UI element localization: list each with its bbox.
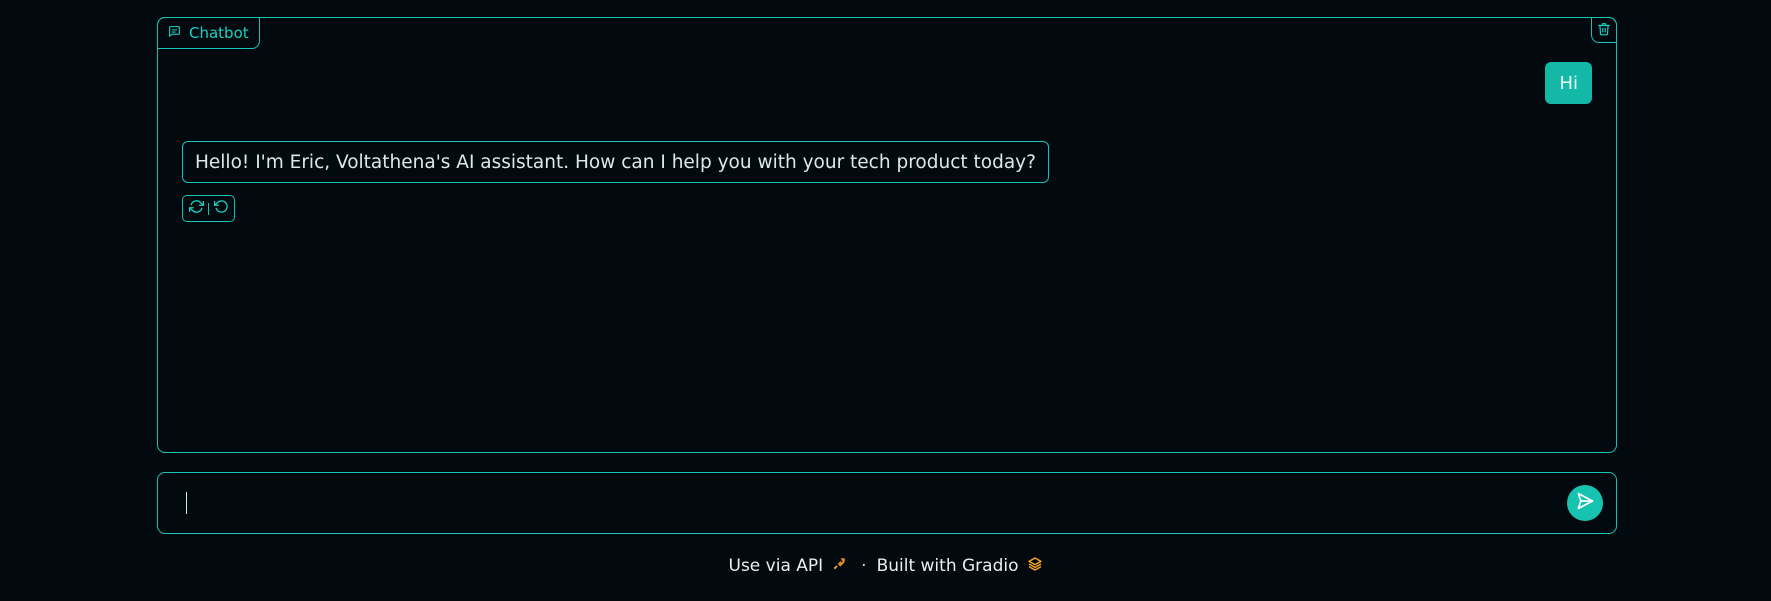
trash-icon <box>1597 21 1611 40</box>
undo-icon <box>213 199 229 218</box>
message-input-panel <box>157 472 1617 534</box>
retry-button[interactable] <box>187 200 205 218</box>
rocket-icon <box>831 556 847 577</box>
built-with-gradio-label: Built with Gradio <box>876 556 1019 576</box>
user-message: Hi <box>1545 62 1592 104</box>
gradio-logo-icon <box>1027 556 1043 577</box>
built-with-gradio-link[interactable]: Built with Gradio <box>877 556 1043 577</box>
message-actions <box>182 195 235 222</box>
use-via-api-label: Use via API <box>728 556 824 576</box>
send-icon <box>1575 491 1595 515</box>
footer: Use via API · Built with Gradio <box>0 552 1771 580</box>
message-input[interactable] <box>182 487 1516 521</box>
text-caret <box>186 492 187 514</box>
actions-divider <box>208 202 209 215</box>
chatbot-panel: Chatbot Hi Hello! I'm Eric, Voltathena's… <box>157 17 1617 453</box>
chat-bubble-icon <box>168 24 181 42</box>
retry-icon <box>188 199 204 218</box>
send-button[interactable] <box>1567 485 1603 521</box>
assistant-message: Hello! I'm Eric, Voltathena's AI assista… <box>182 141 1049 183</box>
footer-separator: · <box>861 556 867 576</box>
chatbot-label: Chatbot <box>157 17 260 49</box>
use-via-api-link[interactable]: Use via API <box>729 556 848 577</box>
gradio-app: Chatbot Hi Hello! I'm Eric, Voltathena's… <box>0 0 1771 601</box>
chatbot-label-text: Chatbot <box>189 24 249 42</box>
undo-button[interactable] <box>212 200 230 218</box>
clear-chat-button[interactable] <box>1591 17 1617 43</box>
